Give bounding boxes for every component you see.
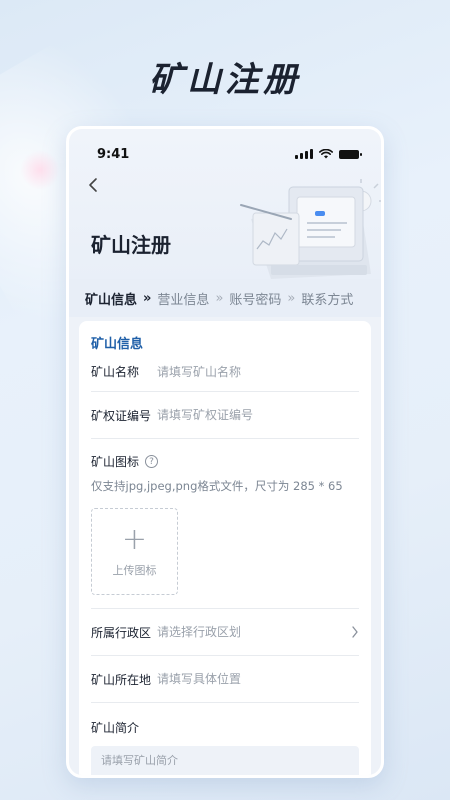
- signal-icon: [295, 149, 313, 159]
- section-title: 矿山信息: [91, 337, 144, 352]
- plus-icon: +: [121, 521, 148, 557]
- location-label: 矿山所在地: [91, 672, 152, 687]
- mine-info-card: 矿山信息 矿山名称 矿权证编号 矿山图标 ? 仅支持jpg,jpeg,png格式…: [79, 321, 371, 775]
- step-contact-info[interactable]: 联系方式: [301, 289, 353, 308]
- license-no-row: 矿权证编号: [91, 392, 359, 439]
- mine-name-label: 矿山名称: [91, 365, 140, 379]
- step-mine-info[interactable]: 矿山信息: [85, 289, 137, 308]
- license-no-input[interactable]: [157, 408, 359, 422]
- location-input[interactable]: [157, 672, 359, 686]
- region-label: 所属行政区: [91, 625, 152, 640]
- document-illustration: [240, 179, 381, 279]
- wifi-icon: [319, 149, 333, 159]
- upload-icon-label: 上传图标: [112, 563, 157, 577]
- mine-icon-hint: 仅支持jpg,jpeg,png格式文件，尺寸为 285 * 65: [91, 479, 343, 493]
- background-sparkle: [20, 150, 60, 190]
- step-separator-icon: »: [287, 290, 296, 306]
- step-account-password[interactable]: 账号密码: [229, 289, 281, 308]
- region-row[interactable]: 所属行政区: [91, 609, 359, 656]
- promo-title: 矿山注册: [149, 60, 301, 100]
- help-icon[interactable]: ?: [145, 455, 159, 468]
- intro-label: 矿山简介: [91, 721, 140, 735]
- phone-header: 9:41 矿山注册: [69, 129, 381, 279]
- registration-steps: 矿山信息 » 营业信息 » 账号密码 » 联系方式: [69, 279, 381, 317]
- mine-icon-label-line: 矿山图标 ?: [91, 453, 359, 470]
- step-separator-icon: »: [215, 290, 224, 306]
- mine-name-input[interactable]: [157, 364, 359, 379]
- mine-icon-block: 矿山图标 ? 仅支持jpg,jpeg,png格式文件，尺寸为 285 * 65 …: [91, 439, 359, 609]
- upload-icon-button[interactable]: + 上传图标: [91, 508, 178, 595]
- location-row: 矿山所在地: [91, 656, 359, 703]
- page-title: 矿山注册: [91, 233, 171, 257]
- license-no-label: 矿权证编号: [91, 408, 152, 423]
- region-select[interactable]: [157, 625, 351, 639]
- status-icons: [295, 149, 362, 159]
- mine-name-row: 矿山名称: [91, 352, 359, 392]
- chevron-right-icon: [352, 626, 358, 638]
- chevron-left-icon: [89, 178, 97, 192]
- form-content: 矿山信息 矿山名称 矿权证编号 矿山图标 ? 仅支持jpg,jpeg,png格式…: [69, 317, 381, 775]
- intro-textarea[interactable]: [91, 746, 359, 775]
- status-time: 9:41: [97, 147, 130, 162]
- status-bar: 9:41: [69, 147, 381, 165]
- phone-frame: 9:41 矿山注册 矿山信息 » 营业信息 » 账号密码 » 联系方式 矿山信息…: [66, 126, 384, 778]
- mine-icon-label: 矿山图标: [91, 455, 140, 469]
- step-separator-icon: »: [143, 290, 152, 306]
- step-business-info[interactable]: 营业信息: [157, 289, 209, 308]
- battery-icon: [339, 149, 362, 159]
- back-button[interactable]: [83, 173, 103, 197]
